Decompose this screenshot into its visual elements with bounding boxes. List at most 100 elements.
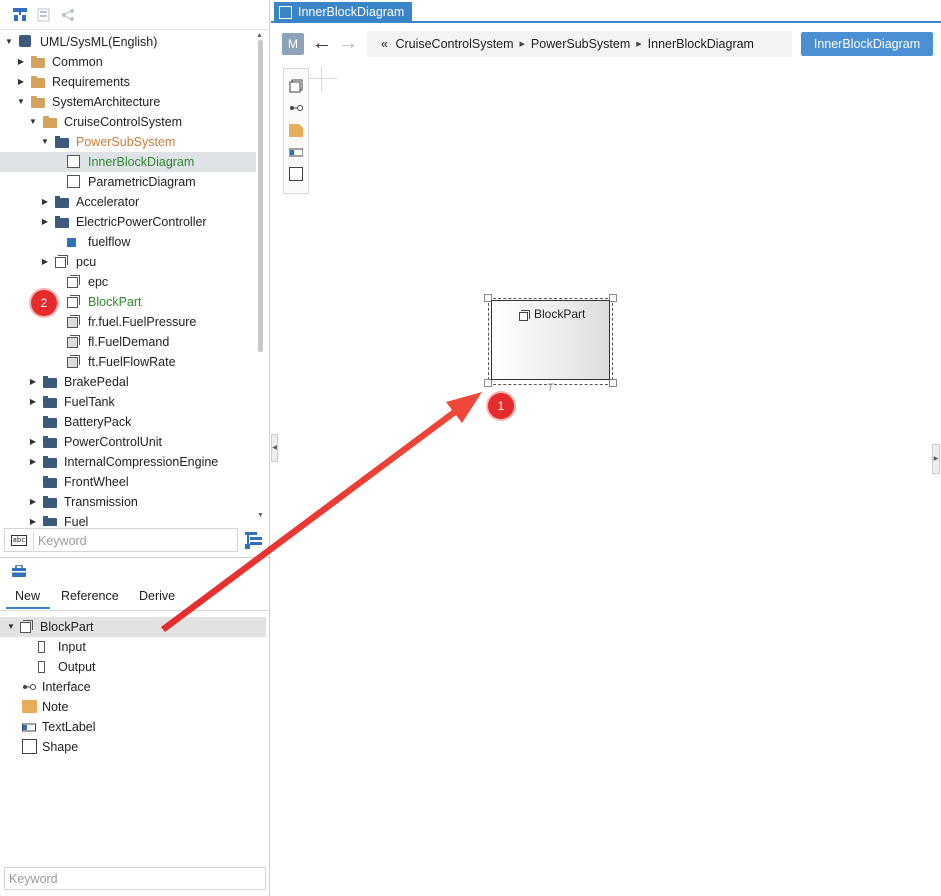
tree-item[interactable]: ft.FuelFlowRate: [0, 352, 256, 372]
forward-arrow-icon[interactable]: →: [338, 31, 358, 55]
breadcrumb-item[interactable]: PowerSubSystem: [531, 37, 630, 51]
toolbox-item-label: Note: [42, 700, 69, 714]
resize-handle[interactable]: [484, 379, 492, 387]
expand-right-icon[interactable]: ▶: [28, 512, 38, 526]
expand-down-icon[interactable]: ▼: [16, 92, 26, 112]
expand-right-icon[interactable]: ▶: [28, 372, 38, 392]
expand-right-icon[interactable]: ▶: [16, 52, 26, 72]
tab-new[interactable]: New: [6, 589, 50, 609]
package-icon: [43, 376, 57, 388]
scroll-up-arrow[interactable]: ▲: [256, 32, 263, 39]
chevron-right-icon: ▶: [636, 40, 642, 48]
tree-item-label: SystemArchitecture: [52, 95, 161, 109]
tree-item[interactable]: ▶ Requirements: [0, 72, 256, 92]
tree-item[interactable]: ▶ PowerControlUnit: [0, 432, 256, 452]
relation-icon[interactable]: [60, 7, 76, 23]
shape-icon[interactable]: [289, 167, 303, 181]
collapse-left-button[interactable]: ◀: [271, 434, 278, 462]
tree-item[interactable]: ▶ Accelerator: [0, 192, 256, 212]
diagram-palette: [283, 68, 309, 194]
toolbox-item[interactable]: Note: [0, 697, 266, 717]
diagram-list-icon[interactable]: [36, 7, 52, 23]
folder-icon: [31, 76, 45, 88]
tree-item[interactable]: ▼ SystemArchitecture: [0, 92, 256, 112]
back-arrow-icon[interactable]: ←: [312, 31, 332, 55]
blockpart-node[interactable]: BlockPart: [491, 300, 610, 380]
resize-handle[interactable]: [609, 379, 617, 387]
abc-search-icon[interactable]: abc: [11, 535, 27, 546]
expand-down-icon[interactable]: ▼: [4, 32, 14, 52]
tree-item[interactable]: ▶ pcu: [0, 252, 256, 272]
tree-scrollbar[interactable]: [258, 40, 263, 352]
expand-right-icon[interactable]: ▶: [28, 492, 38, 512]
tree-item-label: PowerControlUnit: [64, 435, 162, 449]
model-mode-button[interactable]: M: [282, 33, 304, 55]
tree-item[interactable]: ParametricDiagram: [0, 172, 256, 192]
scroll-down-arrow[interactable]: ▼: [257, 512, 264, 519]
tree-item[interactable]: ▼ UML/SysML(English): [0, 32, 256, 52]
tree-item[interactable]: ▶ ElectricPowerController: [0, 212, 256, 232]
tree-item-label: FrontWheel: [64, 475, 129, 489]
breadcrumb-item[interactable]: InnerBlockDiagram: [648, 37, 754, 51]
toolbox-search-input[interactable]: [9, 870, 259, 888]
tab-reference[interactable]: Reference: [61, 589, 119, 609]
tree-item[interactable]: InnerBlockDiagram: [0, 152, 256, 172]
tree-item[interactable]: FrontWheel: [0, 472, 256, 492]
package-icon: [43, 456, 57, 468]
diagram-button[interactable]: InnerBlockDiagram: [801, 32, 933, 56]
expand-right-icon[interactable]: ▶: [16, 72, 26, 92]
expand-right-icon[interactable]: ▶: [28, 452, 38, 472]
breadcrumb-overflow[interactable]: «: [381, 37, 388, 51]
model-icon: [19, 35, 31, 47]
note-icon: [22, 700, 37, 713]
tree-item[interactable]: BatteryPack: [0, 412, 256, 432]
package-icon: [43, 396, 57, 408]
tree-item-label: Common: [52, 55, 103, 69]
textlabel-icon[interactable]: [289, 145, 303, 159]
tab-inner-block-diagram[interactable]: InnerBlockDiagram: [274, 2, 413, 23]
toolbox-item[interactable]: ▼ BlockPart: [0, 617, 266, 637]
tab-derive[interactable]: Derive: [139, 589, 175, 609]
tree-item-label: fr.fuel.FuelPressure: [88, 315, 197, 329]
tree-item[interactable]: ▶ FuelTank: [0, 392, 256, 412]
hierarchy-icon[interactable]: [12, 7, 28, 23]
expand-right-icon[interactable]: ▶: [40, 212, 50, 232]
model-tree: ▼ UML/SysML(English) ▶ Common ▶ Requirements ▼…: [0, 32, 262, 526]
resize-handle[interactable]: [609, 294, 617, 302]
tree-item[interactable]: fl.FuelDemand: [0, 332, 256, 352]
tree-item[interactable]: ▶ Fuel: [0, 512, 256, 526]
tree-item-label: BatteryPack: [64, 415, 132, 429]
toolbox-item-label: TextLabel: [42, 720, 96, 734]
toolbox-item[interactable]: Output: [0, 657, 266, 677]
tree-item[interactable]: ▶ BrakePedal: [0, 372, 256, 392]
breadcrumb-item[interactable]: CruiseControlSystem: [395, 37, 513, 51]
note-icon[interactable]: [289, 123, 303, 137]
expand-right-icon[interactable]: ▶: [40, 252, 50, 272]
filter-settings-icon[interactable]: [244, 530, 264, 550]
toolbox-item[interactable]: Input: [0, 637, 266, 657]
expand-down-icon[interactable]: ▼: [40, 132, 50, 152]
editor-tab-bar: InnerBlockDiagram: [271, 0, 941, 23]
toolbox-item[interactable]: Interface: [0, 677, 266, 697]
block-label: BlockPart: [534, 307, 586, 321]
pane-divider[interactable]: [0, 557, 270, 558]
tree-item[interactable]: epc: [0, 272, 256, 292]
expand-right-icon[interactable]: ▶: [28, 392, 38, 412]
toolbox-item[interactable]: Shape: [0, 737, 266, 757]
collapse-right-button[interactable]: ▶: [932, 444, 940, 474]
expand-right-icon[interactable]: ▶: [40, 192, 50, 212]
expand-down-icon[interactable]: ▼: [6, 617, 16, 637]
expand-down-icon[interactable]: ▼: [28, 112, 38, 132]
interface-icon[interactable]: [289, 101, 303, 115]
tree-search-input[interactable]: [33, 532, 233, 550]
tree-item[interactable]: ▶ InternalCompressionEngine: [0, 452, 256, 472]
tree-item[interactable]: ▶ Transmission: [0, 492, 256, 512]
tree-item[interactable]: fuelflow: [0, 232, 256, 252]
tree-item[interactable]: ▶ Common: [0, 52, 256, 72]
tree-item[interactable]: ▼ CruiseControlSystem: [0, 112, 256, 132]
toolbox-item[interactable]: TextLabel: [0, 717, 266, 737]
expand-right-icon[interactable]: ▶: [28, 432, 38, 452]
folder-icon: [31, 96, 45, 108]
block-icon[interactable]: [289, 79, 303, 93]
tree-item[interactable]: ▼ PowerSubSystem: [0, 132, 256, 152]
